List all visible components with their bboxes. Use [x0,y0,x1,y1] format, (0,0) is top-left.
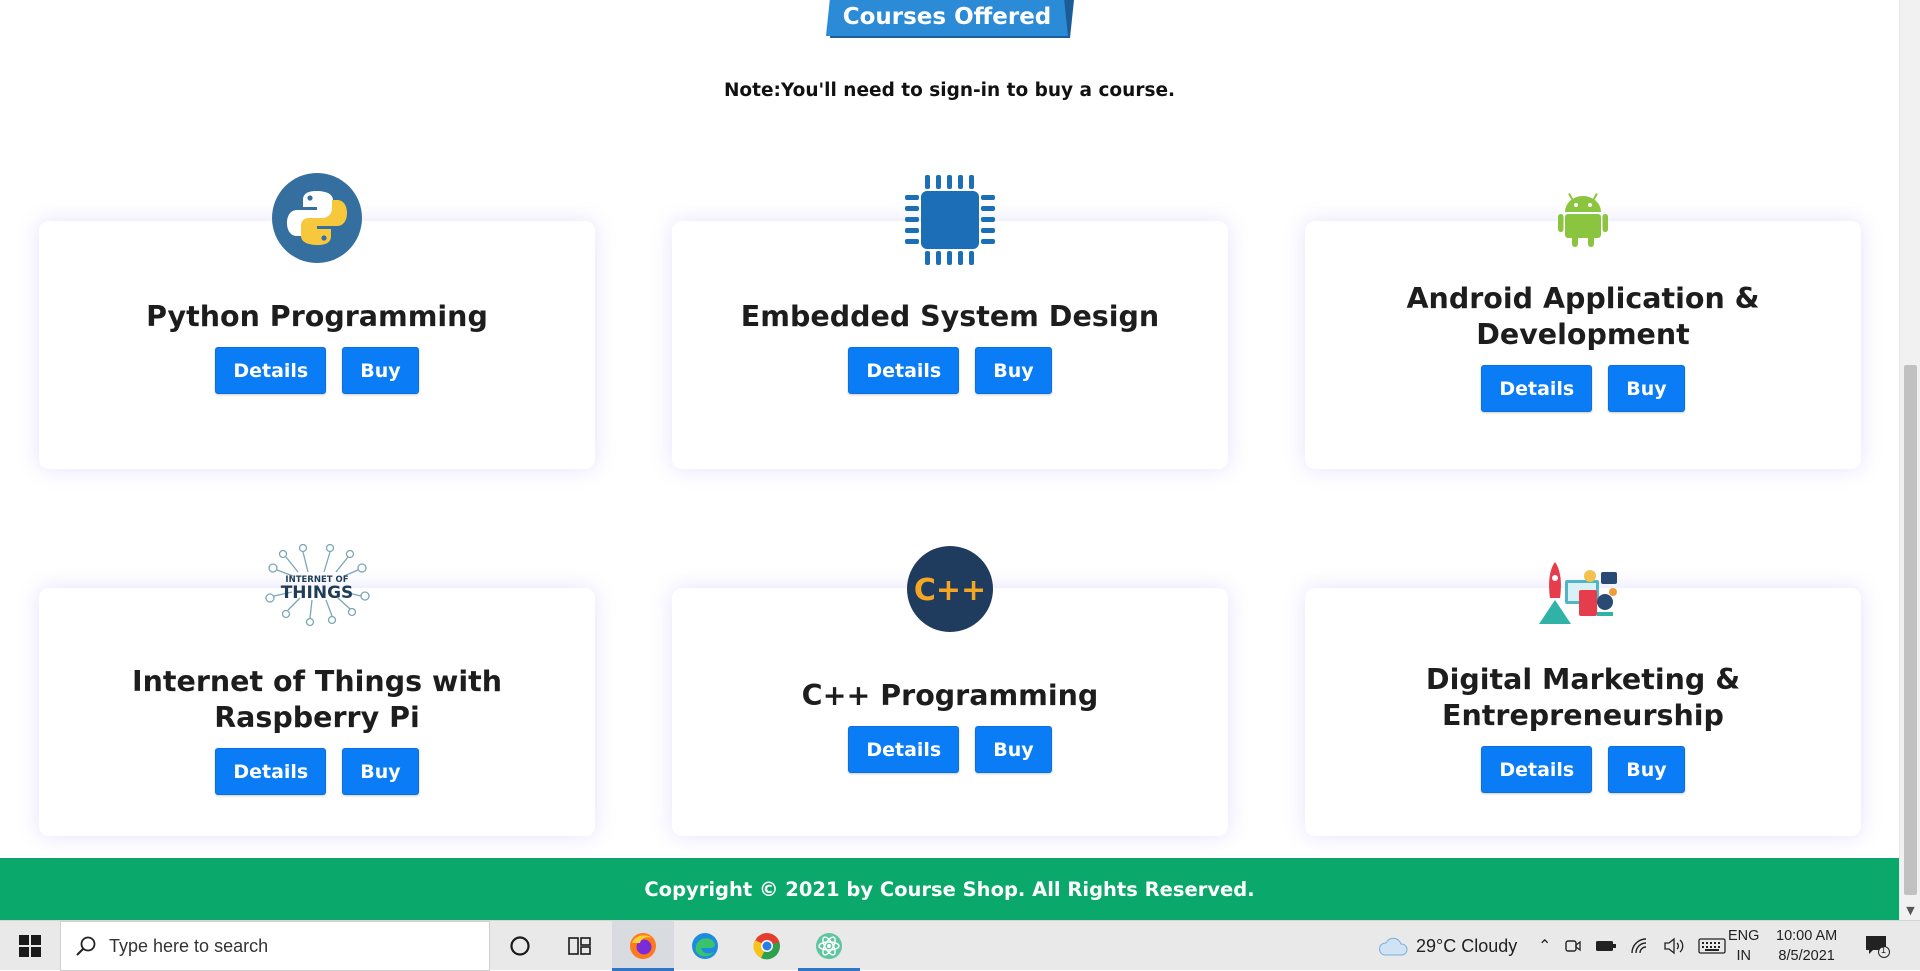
course-title: Android Application & Development [1406,282,1760,351]
section-title: Courses Offered [842,4,1052,30]
sign-in-note: Note:You'll need to sign-in to buy a cou… [723,80,1176,101]
battery-icon[interactable] [1595,938,1617,954]
buy-button[interactable]: Buy [342,748,419,795]
course-title: C++ Programming [801,679,1099,712]
course-title: Embedded System Design [740,300,1160,333]
system-tray-icons: ⌃ [1538,921,1727,971]
task-view-icon[interactable] [549,921,611,971]
weather-text: 29°C Cloudy [1416,935,1518,956]
taskbar-search-box[interactable]: Type here to search [60,921,490,971]
cpp-icon: C++ [902,541,998,637]
buy-button[interactable]: Buy [975,347,1052,394]
details-button[interactable]: Details [215,347,327,394]
chevron-up-icon[interactable]: ⌃ [1538,936,1551,956]
details-button[interactable]: Details [1481,746,1593,793]
android-icon [1535,172,1631,268]
buy-button[interactable]: Buy [1608,746,1685,793]
firefox-icon[interactable] [612,921,674,971]
notification-count: 1 [1881,945,1887,955]
edge-icon[interactable] [674,921,736,971]
course-title: Internet of Things with Raspberry Pi [131,665,503,734]
windows-logo-icon [19,935,41,957]
course-title: Digital Marketing & Entrepreneurship [1425,663,1741,732]
clock-date: 8/5/2021 [1778,948,1835,964]
atom-icon[interactable] [798,921,860,971]
page-scrollbar[interactable]: ▼ [1899,0,1920,920]
footer: Copyright © 2021 by Course Shop. All Rig… [0,858,1899,920]
taskbar: Type here to search 29°C Cloudy ⌃ ENG IN… [0,920,1920,971]
details-button[interactable]: Details [1481,365,1593,412]
buy-button[interactable]: Buy [1608,365,1685,412]
notification-center-icon[interactable]: 1 [1864,921,1890,971]
language-indicator[interactable]: ENG IN [1728,921,1759,971]
ribbon-banner: Courses Offered [826,0,1068,36]
clock-time: 10:00 AM [1776,928,1838,944]
buy-button[interactable]: Buy [342,347,419,394]
start-button[interactable] [0,921,60,971]
microchip-icon [902,172,998,268]
weather-widget[interactable]: 29°C Cloudy [1378,921,1517,971]
clock[interactable]: 10:00 AM 8/5/2021 [1776,921,1837,971]
lang-bottom: IN [1736,948,1751,964]
web-page: Courses Offered Note:You'll need to sign… [0,0,1899,920]
python-icon [269,170,365,266]
copyright-text: Copyright © 2021 by Course Shop. All Rig… [644,877,1255,901]
buy-button[interactable]: Buy [975,726,1052,773]
details-button[interactable]: Details [848,347,960,394]
meet-now-icon[interactable] [1564,937,1582,955]
lang-top: ENG [1728,928,1760,944]
iot-icon-text-bottom: THINGS [281,583,354,603]
scrollbar-thumb[interactable] [1904,365,1917,895]
cloud-icon [1379,937,1408,956]
volume-icon[interactable] [1663,937,1685,955]
cortana-icon[interactable] [489,921,551,971]
search-placeholder: Type here to search [109,935,269,956]
scroll-down-arrow-icon[interactable]: ▼ [1905,905,1916,916]
chrome-icon[interactable] [736,921,798,971]
section-title-ribbon: Courses Offered [826,0,1074,46]
course-title: Python Programming [146,300,488,333]
wifi-icon[interactable] [1630,937,1650,955]
cpp-icon-text: C++ [914,573,986,608]
keyboard-icon[interactable] [1698,937,1727,955]
details-button[interactable]: Details [848,726,960,773]
iot-icon: INTERNET OF THINGS [258,540,376,630]
details-button[interactable]: Details [215,748,327,795]
search-icon [76,936,96,956]
marketing-icon [1535,554,1623,628]
